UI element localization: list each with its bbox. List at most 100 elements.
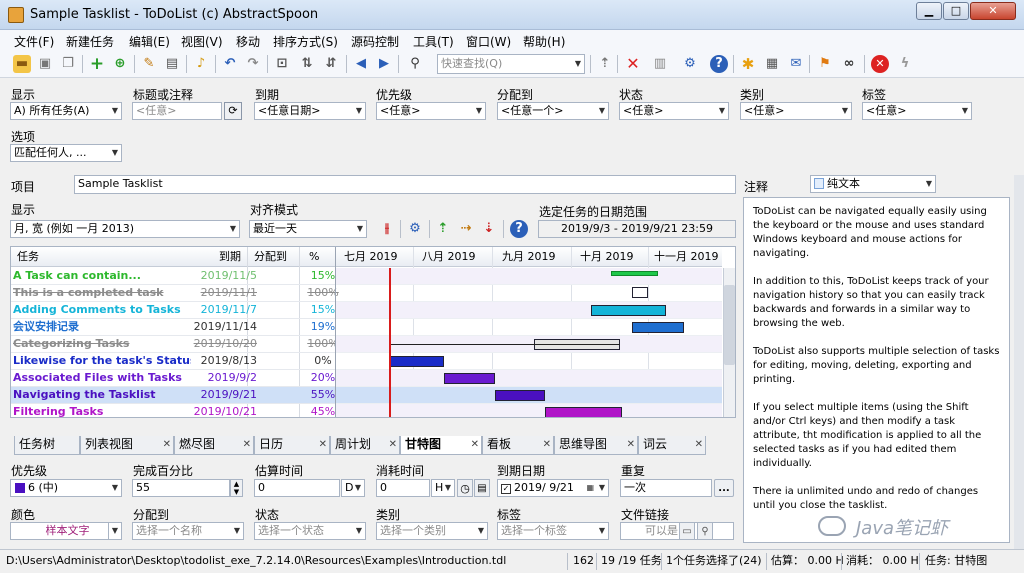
forward-arrow-icon[interactable]: ▶ [375, 55, 393, 73]
minimize-button[interactable]: ▁ [916, 2, 942, 20]
filter-alloc-select[interactable]: <任意一个> ▼ [497, 102, 609, 120]
link-icon[interactable]: ∞ [840, 55, 858, 73]
col-due[interactable]: 到期 [219, 247, 241, 266]
color-select[interactable]: 样本文字 ▼ [10, 522, 122, 540]
filter-due-select[interactable]: <任意日期> ▼ [254, 102, 366, 120]
tab-task-tree[interactable]: 任务树 [14, 436, 80, 455]
menu-window[interactable]: 窗口(W) [466, 33, 511, 50]
tab-calendar[interactable]: 日历 ✕ [254, 436, 330, 455]
refresh-icon[interactable]: ⟳ [224, 102, 242, 120]
bell-icon[interactable]: ♪ [192, 55, 210, 73]
lightning-icon[interactable]: ϟ [896, 55, 914, 73]
scrollbar-thumb[interactable] [724, 285, 735, 365]
task-row[interactable]: A Task can contain... 2019/11/5 15% [11, 268, 335, 285]
add-dependency-icon[interactable]: ⇡ [434, 220, 452, 238]
edit-pencil-icon[interactable]: ✎ [140, 55, 158, 73]
gantt-chart-area[interactable] [336, 268, 722, 417]
filter-options-select[interactable]: 匹配任何人, ... ▼ [10, 144, 122, 162]
menu-help[interactable]: 帮助(H) [523, 33, 565, 50]
back-arrow-icon[interactable]: ◀ [352, 55, 370, 73]
menu-new-task[interactable]: 新建任务 [66, 33, 114, 50]
gantt-bar[interactable] [444, 373, 495, 384]
redo-icon[interactable]: ↷ [244, 55, 262, 73]
timer-clock-icon[interactable]: ◷ [457, 479, 473, 497]
recurrence-input[interactable]: 一次 [620, 479, 712, 497]
menu-view[interactable]: 视图(V) [181, 33, 223, 50]
delete-dependency-icon[interactable]: ⇣ [480, 220, 498, 238]
filter-show-select[interactable]: A) 所有任务(A) ▼ [10, 102, 122, 120]
tab-weekplanner[interactable]: 周计划 ✕ [330, 436, 400, 455]
menu-edit[interactable]: 编辑(E) [129, 33, 170, 50]
tab-burndown[interactable]: 燃尽图 ✕ [174, 436, 254, 455]
gantt-bar[interactable] [390, 356, 444, 367]
close-button[interactable]: ✕ [970, 2, 1016, 20]
spent-unit-select[interactable]: H ▼ [431, 479, 455, 497]
alloc-select[interactable]: 选择一个名称 ▼ [132, 522, 244, 540]
quick-find-input[interactable]: 快速查找(Q) ▼ [437, 54, 585, 74]
task-row[interactable]: Associated Files with Tasks 2019/9/2 20% [11, 370, 335, 387]
col-task[interactable]: 任务 [17, 247, 39, 266]
expand-icon[interactable]: ⊡ [273, 55, 291, 73]
delete-icon[interactable]: ✕ [624, 55, 642, 73]
browse-folder-icon[interactable]: ▭ [679, 522, 695, 540]
gantt-bar[interactable] [591, 305, 666, 316]
due-checkbox[interactable]: ✓ [501, 484, 511, 494]
new-task-icon[interactable]: + [88, 55, 106, 73]
tags-select[interactable]: 选择一个标签 ▼ [497, 522, 609, 540]
tab-wordcloud[interactable]: 词云 ✕ [638, 436, 706, 455]
notes-editor[interactable]: ToDoList can be navigated equally easily… [743, 197, 1010, 543]
open-link-icon[interactable]: ⚲ [697, 522, 713, 540]
task-card-icon[interactable]: ▤ [163, 55, 181, 73]
task-row[interactable]: This is a completed task 2019/11/1 100% [11, 285, 339, 302]
print-icon[interactable]: ▦ [763, 55, 781, 73]
gantt-bar[interactable] [611, 271, 658, 276]
recurrence-options-button[interactable]: ... [714, 479, 734, 497]
menu-file[interactable]: 文件(F) [14, 33, 54, 50]
filter-priority-select[interactable]: <任意> ▼ [376, 102, 486, 120]
find-binoculars-icon[interactable]: ⚲ [406, 55, 424, 73]
task-row[interactable]: 会议安排记录 2019/11/14 19% [11, 319, 335, 336]
notes-splitter[interactable] [1014, 175, 1024, 549]
save-all-icon[interactable]: ❐ [59, 55, 77, 73]
tab-kanban[interactable]: 看板 ✕ [482, 436, 554, 455]
gantt-milestone[interactable] [632, 287, 648, 298]
stop-icon[interactable]: ✕ [871, 55, 889, 73]
gantt-show-select[interactable]: 月, 宽 (例如 一月 2013) ▼ [10, 220, 240, 238]
undo-icon[interactable]: ↶ [221, 55, 239, 73]
gantt-help-icon[interactable]: ? [510, 220, 528, 238]
collapse-icon[interactable]: ⇅ [298, 55, 316, 73]
menu-tools[interactable]: 工具(T) [413, 33, 454, 50]
help-icon[interactable]: ? [710, 55, 728, 73]
menu-sort[interactable]: 排序方式(S) [273, 33, 338, 50]
tab-mindmap[interactable]: 思维导图 ✕ [554, 436, 638, 455]
sort-icon[interactable]: ⇵ [322, 55, 340, 73]
percent-spinner[interactable]: ▲ ▼ [230, 479, 243, 497]
tab-list-view[interactable]: 列表视图 ✕ [80, 436, 174, 455]
col-pct[interactable]: % [309, 247, 319, 266]
status-select[interactable]: 选择一个状态 ▼ [254, 522, 366, 540]
project-name-input[interactable]: Sample Tasklist [74, 175, 736, 194]
filter-category-select[interactable]: <任意> ▼ [740, 102, 852, 120]
task-row[interactable]: Adding Comments to Tasks 2019/11/7 15% [11, 302, 335, 319]
gantt-gear-icon[interactable]: ⚙ [406, 220, 424, 238]
save-icon[interactable]: ▣ [36, 55, 54, 73]
task-row[interactable]: Categorizing Tasks 2019/10/20 100% [11, 336, 339, 353]
col-alloc[interactable]: 分配到 [254, 247, 287, 266]
email-icon[interactable]: ✉ [787, 55, 805, 73]
new-subtask-icon[interactable]: ⊕ [111, 55, 129, 73]
menu-source-control[interactable]: 源码控制 [351, 33, 399, 50]
task-row[interactable]: Likewise for the task's Status... 2019/8/… [11, 353, 335, 370]
task-row[interactable]: Filtering Tasks 2019/10/21 45% [11, 404, 335, 417]
flag-icon[interactable]: ⚑ [816, 55, 834, 73]
menu-move[interactable]: 移动 [236, 33, 260, 50]
task-row[interactable]: Navigating the Tasklist 2019/9/21 55% [11, 387, 335, 404]
filter-tags-select[interactable]: <任意> ▼ [862, 102, 972, 120]
file-link-input[interactable]: 可以是 [620, 522, 734, 540]
tab-gantt[interactable]: 甘特图 ✕ [400, 436, 482, 455]
maximize-button[interactable]: □ [943, 2, 969, 20]
edit-dependency-icon[interactable]: ⇢ [457, 220, 475, 238]
gantt-bar[interactable] [632, 322, 684, 333]
notes-format-select[interactable]: 纯文本 ▼ [810, 175, 936, 193]
filter-title-input[interactable]: <任意> [132, 102, 222, 120]
snap-mode-select[interactable]: 最近一天 ▼ [249, 220, 367, 238]
